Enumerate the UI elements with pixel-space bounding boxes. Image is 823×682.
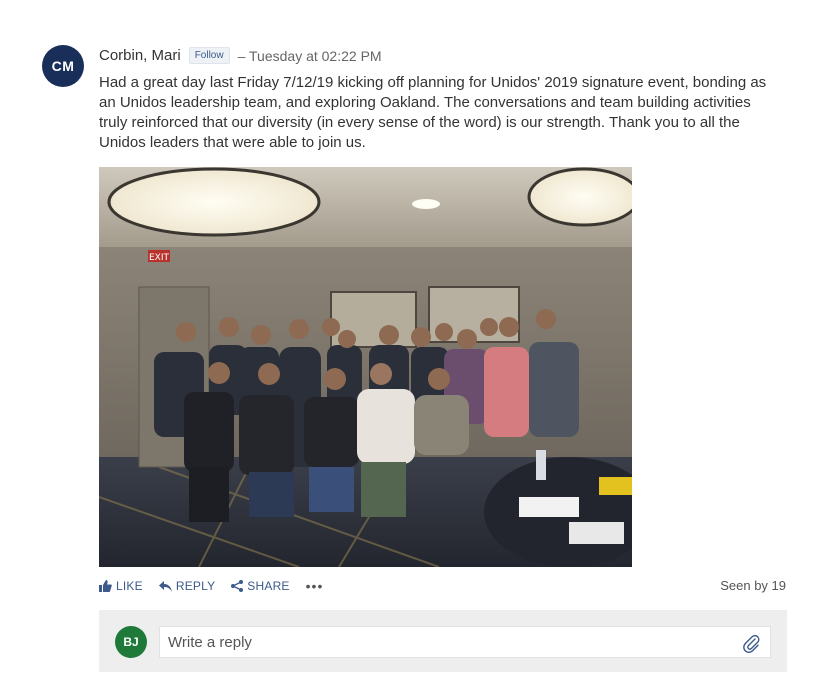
like-label: LIKE: [116, 579, 143, 593]
post-body: Had a great day last Friday 7/12/19 kick…: [99, 74, 767, 151]
follow-button[interactable]: Follow: [188, 47, 230, 64]
share-label: SHARE: [247, 579, 290, 593]
attach-file-button[interactable]: [742, 633, 760, 657]
post-photo[interactable]: EXIT: [99, 167, 632, 567]
group-photo-image: EXIT: [99, 167, 632, 567]
author-name[interactable]: Corbin, Mari: [99, 47, 181, 64]
exit-sign: EXIT: [149, 253, 170, 263]
author-avatar[interactable]: CM: [42, 45, 84, 87]
paperclip-icon: [743, 634, 760, 653]
reply-button[interactable]: REPLY: [158, 579, 216, 593]
more-options-button[interactable]: •••: [306, 578, 324, 594]
current-user-avatar[interactable]: BJ: [115, 626, 147, 658]
like-button[interactable]: LIKE: [99, 579, 143, 593]
reply-label: REPLY: [175, 579, 216, 593]
seen-by-count[interactable]: Seen by 19: [720, 578, 786, 593]
reply-arrow-icon: [158, 580, 172, 592]
post-actions: LIKE REPLY SHARE •••: [99, 578, 323, 594]
thumbs-up-icon: [99, 580, 112, 592]
reply-composer: BJ Write a reply: [99, 610, 787, 672]
reply-input[interactable]: Write a reply: [159, 626, 771, 658]
post-timestamp[interactable]: – Tuesday at 02:22 PM: [238, 48, 382, 64]
share-icon: [231, 580, 244, 592]
share-button[interactable]: SHARE: [231, 579, 289, 593]
reply-placeholder: Write a reply: [168, 633, 252, 651]
post-header: Corbin, Mari Follow – Tuesday at 02:22 P…: [99, 47, 382, 64]
